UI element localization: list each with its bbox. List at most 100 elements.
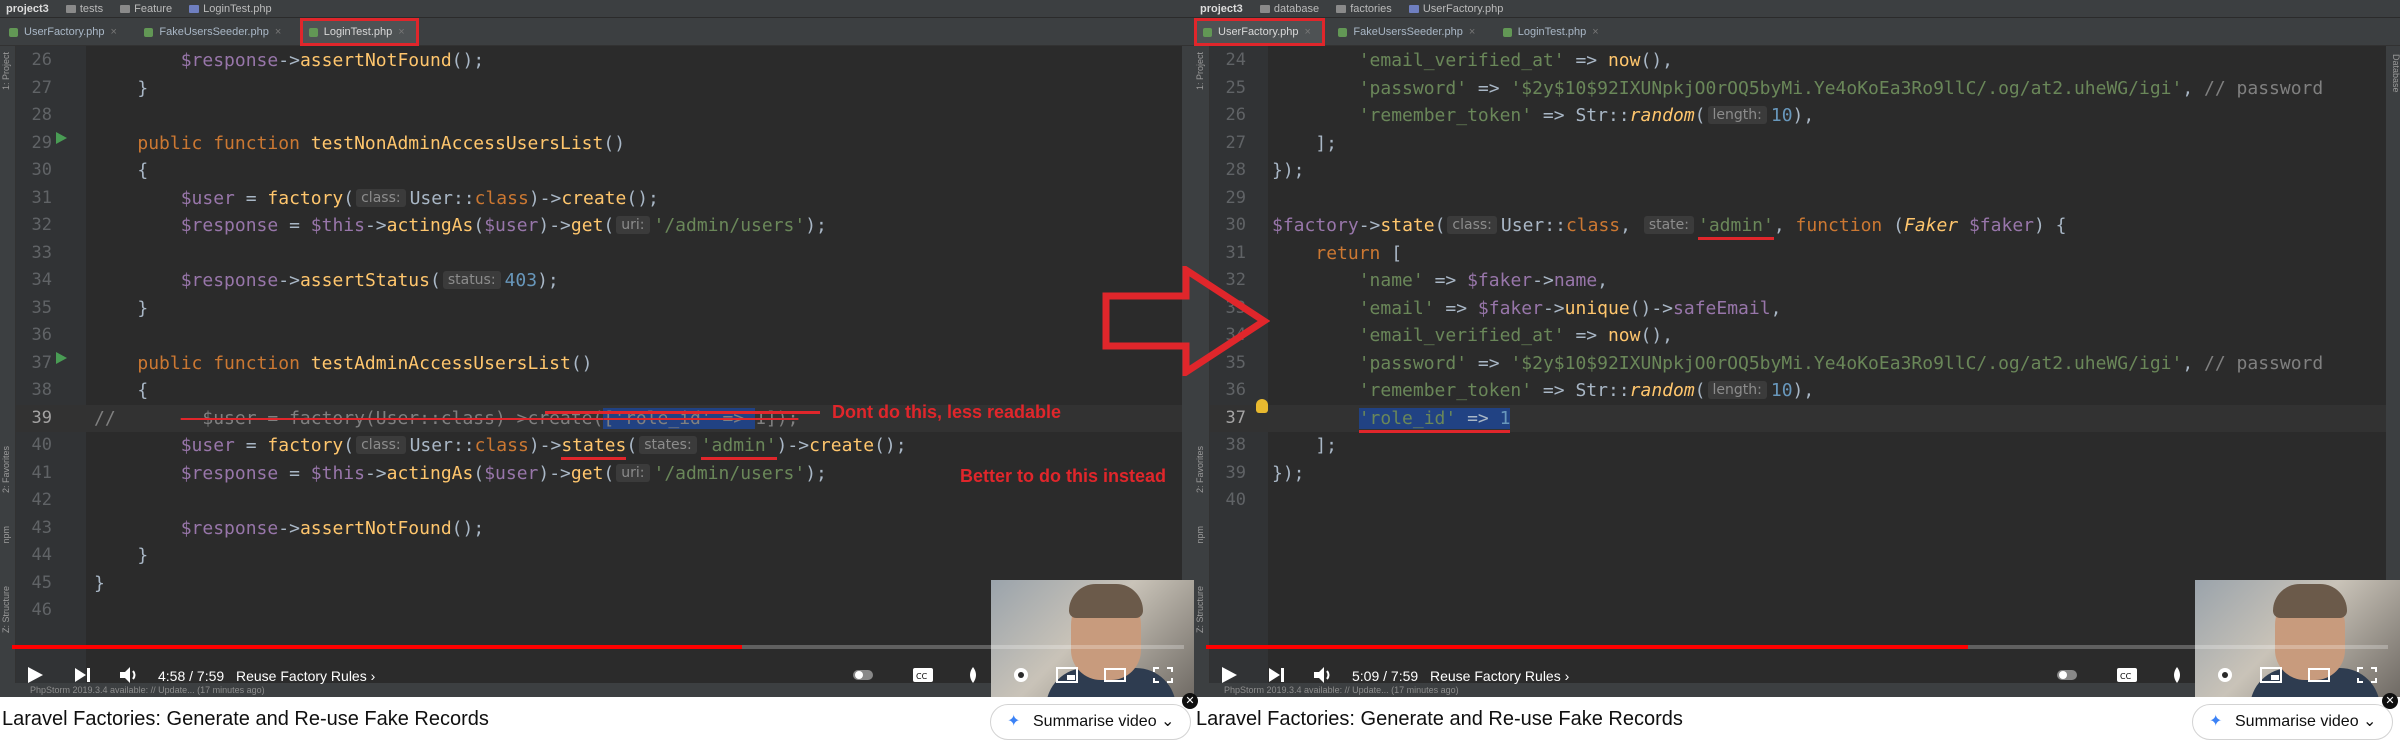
code-line[interactable]: 39}); [1210,460,2386,488]
tab-logintest[interactable]: LoginTest.php × [299,18,419,46]
left-video-frame[interactable]: project3 tests Feature LoginTest.php Use… [0,0,1196,697]
captions-icon[interactable]: CC [2116,666,2138,684]
progress-bar[interactable] [12,645,743,649]
code-line[interactable]: 32 $response = $this->actingAs($user)->g… [16,212,1182,240]
volume-icon[interactable] [118,666,140,684]
volume-icon[interactable] [1312,666,1334,684]
code-line[interactable]: 40 $user = factory(class: User::class)->s… [16,432,1182,460]
play-icon[interactable] [24,666,46,684]
stable-volume-icon[interactable] [962,666,984,684]
code-line[interactable]: 25 'password' => '$2y$10$92IXUNpkjO0rOQ5… [1210,75,2386,103]
code-line[interactable]: 35 } [16,295,1182,323]
breadcrumb-item[interactable]: tests [65,3,103,15]
code-line[interactable]: 28 [16,102,1182,130]
code-line[interactable]: 33 [16,240,1182,268]
code-line[interactable]: 36 'remember_token' => Str::random(lengt… [1210,377,2386,405]
code-line[interactable]: 40 [1210,487,2386,515]
breadcrumb-item[interactable]: database [1259,3,1319,15]
progress-bar[interactable] [1206,645,1969,649]
summarise-video-button[interactable]: ✦ Summarise video ⌄ [2192,704,2394,740]
code-line[interactable]: 30 { [16,157,1182,185]
lightbulb-icon[interactable] [1256,399,1268,413]
code-line[interactable]: 26 $response->assertNotFound(); [16,47,1182,75]
code-line[interactable]: 34 'email_verified_at' => now(), [1210,322,2386,350]
code-line[interactable]: 43 $response->assertNotFound(); [16,515,1182,543]
tool-window-structure[interactable]: Z: Structure [1,586,15,633]
tool-window-project[interactable]: 1: Project [1,52,15,90]
chapter-title[interactable]: Reuse Factory Rules › [236,664,375,688]
pause-toggle-icon[interactable] [2056,666,2078,684]
theater-icon[interactable] [1104,666,1126,684]
code-line[interactable]: 38 ]; [1210,432,2386,460]
tab-fakeusersseeder[interactable]: FakeUsersSeeder.php × [135,18,295,46]
run-test-icon[interactable] [56,352,67,364]
breadcrumb-item[interactable]: LoginTest.php [189,3,272,15]
tab-userfactory[interactable]: UserFactory.php × [0,18,131,46]
code-line[interactable]: 24 'email_verified_at' => now(), [1210,47,2386,75]
settings-icon[interactable] [2214,666,2236,684]
settings-icon[interactable] [1010,666,1032,684]
code-line[interactable]: 35 'password' => '$2y$10$92IXUNpkjO0rOQ5… [1210,350,2386,378]
pause-toggle-icon[interactable] [852,666,874,684]
tab-logintest[interactable]: LoginTest.php × [1494,18,1613,46]
code-line[interactable]: 37 'role_id' => 1 [1210,404,2386,433]
tool-window-favorites[interactable]: 2: Favorites [1195,446,1209,493]
right-video-frame[interactable]: project3 database factories UserFactory.… [1194,0,2400,697]
close-tab-icon[interactable]: × [111,26,117,38]
right-video-panel: project3 database factories UserFactory.… [1194,0,2400,744]
tool-window-npm[interactable]: npm [1,526,15,544]
code-line[interactable]: 36 [16,322,1182,350]
fullscreen-icon[interactable] [2356,666,2378,684]
code-line[interactable]: 31 return [ [1210,240,2386,268]
close-tab-icon[interactable]: × [398,26,404,38]
fullscreen-icon[interactable] [1152,666,1174,684]
arrow-right-icon [1102,266,1270,376]
code-line[interactable]: 27 } [16,75,1182,103]
tool-window-project[interactable]: 1: Project [1195,52,1209,90]
code-line[interactable]: 27 ]; [1210,130,2386,158]
code-line[interactable]: 42 [16,487,1182,515]
close-tab-icon[interactable]: × [275,26,281,38]
summarise-video-button[interactable]: ✦ Summarise video ⌄ [990,704,1192,740]
close-tab-icon[interactable]: × [1469,26,1475,38]
code-line[interactable]: 29 public function testNonAdminAccessUse… [16,130,1182,158]
tool-window-npm[interactable]: npm [1195,526,1209,544]
stable-volume-icon[interactable] [2166,666,2188,684]
run-test-icon[interactable] [56,132,67,144]
close-tab-icon[interactable]: × [1305,26,1311,38]
breadcrumb-item[interactable]: factories [1336,3,1392,15]
code-line[interactable]: 33 'email' => $faker->unique()->safeEmai… [1210,295,2386,323]
breadcrumb-item[interactable]: project3 [1200,3,1243,15]
miniplayer-icon[interactable] [1056,666,1078,684]
breadcrumb-item[interactable]: project3 [6,3,49,15]
close-icon[interactable]: ✕ [2382,693,2398,709]
code-line[interactable]: 31 $user = factory(class: User::class)->c… [16,185,1182,213]
code-line[interactable]: 38 { [16,377,1182,405]
captions-icon[interactable]: CC [912,666,934,684]
theater-icon[interactable] [2308,666,2330,684]
next-icon[interactable] [1266,666,1288,684]
next-icon[interactable] [72,666,94,684]
miniplayer-icon[interactable] [2260,666,2282,684]
tab-fakeusersseeder[interactable]: FakeUsersSeeder.php × [1329,18,1489,46]
close-icon[interactable]: ✕ [1182,693,1198,709]
code-line[interactable]: 32 'name' => $faker->name, [1210,267,2386,295]
tab-userfactory[interactable]: UserFactory.php × [1194,18,1325,46]
video-title[interactable]: Laravel Factories: Generate and Re-use F… [2,708,489,731]
code-line[interactable]: 28}); [1210,157,2386,185]
code-line[interactable]: 26 'remember_token' => Str::random(lengt… [1210,102,2386,130]
code-line[interactable]: 29 [1210,185,2386,213]
code-line[interactable]: 34 $response->assertStatus(status: 403); [16,267,1182,295]
chapter-title[interactable]: Reuse Factory Rules › [1430,664,1569,688]
play-icon[interactable] [1218,666,1240,684]
tool-window-database[interactable]: Database [2387,54,2400,93]
code-line[interactable]: 30 $factory->state(class: User::class, sta… [1210,212,2386,240]
close-tab-icon[interactable]: × [1592,26,1598,38]
tool-window-favorites[interactable]: 2: Favorites [1,446,15,493]
code-line[interactable]: 44 } [16,542,1182,570]
video-title[interactable]: Laravel Factories: Generate and Re-use F… [1196,708,1683,731]
tool-window-structure[interactable]: Z: Structure [1195,586,1209,633]
breadcrumb-item[interactable]: Feature [120,3,172,15]
breadcrumb-item[interactable]: UserFactory.php [1408,3,1503,15]
code-line[interactable]: 37 public function testAdminAccessUsersL… [16,350,1182,378]
